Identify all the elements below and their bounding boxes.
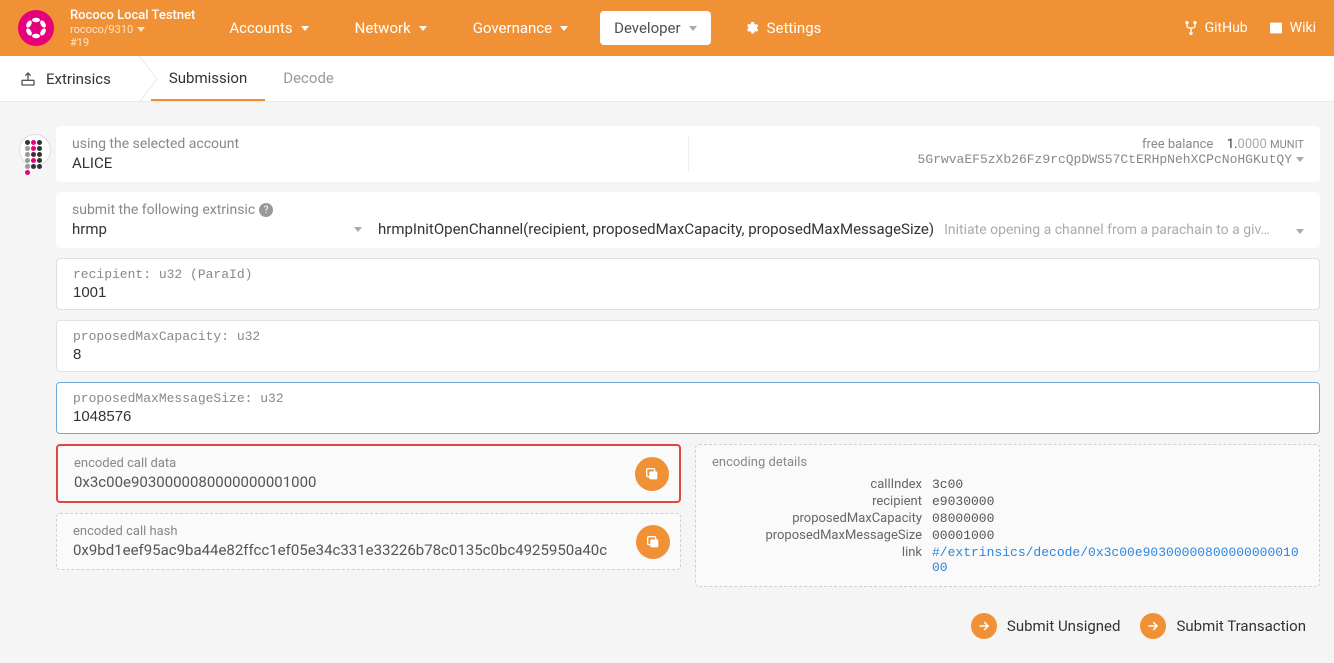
encoded-call-hash: encoded call hash 0x9bd1eef95ac9ba44e82f… <box>56 513 681 570</box>
call-hash-value: 0x9bd1eef95ac9ba44e82ffcc1ef05e34c331e33… <box>73 541 664 559</box>
nav-governance[interactable]: Governance <box>459 11 582 45</box>
book-icon <box>1268 20 1284 36</box>
param-recipient[interactable]: recipient: u32 (ParaId) <box>56 258 1320 310</box>
recipient-input[interactable] <box>73 284 1303 301</box>
copy-call-data-button[interactable] <box>635 457 669 491</box>
module-select[interactable]: hrmp <box>72 220 362 238</box>
submit-unsigned-button[interactable]: Submit Unsigned <box>971 613 1121 639</box>
encoded-call-data: encoded call data 0x3c00e903000008000000… <box>56 444 681 503</box>
chain-name: Rococo Local Testnet <box>70 8 195 23</box>
gear-icon <box>743 20 759 36</box>
nav-accounts[interactable]: Accounts <box>215 11 322 45</box>
chevron-down-icon <box>354 227 362 232</box>
wiki-link[interactable]: Wiki <box>1268 20 1316 36</box>
param-capacity[interactable]: proposedMaxCapacity: u32 <box>56 320 1320 372</box>
balance-label: free balance <box>1142 137 1213 152</box>
chevron-down-icon <box>689 26 697 31</box>
copy-icon <box>645 534 661 550</box>
detail-row: callIndex3c00 <box>712 476 1303 493</box>
copy-icon <box>644 466 660 482</box>
tab-chevron-icon <box>139 56 163 102</box>
nav-developer[interactable]: Developer <box>600 11 711 45</box>
detail-row: proposedMaxCapacity08000000 <box>712 510 1303 527</box>
nav-network[interactable]: Network <box>341 11 441 45</box>
help-icon[interactable]: ? <box>259 203 273 217</box>
tab-submission[interactable]: Submission <box>151 56 265 101</box>
detail-row: link#/extrinsics/decode/0x3c00e903000008… <box>712 544 1303 576</box>
github-link[interactable]: GitHub <box>1183 20 1248 36</box>
message-size-input[interactable] <box>73 408 1303 425</box>
capacity-input[interactable] <box>73 346 1303 363</box>
call-data-value: 0x3c00e9030000080000000001000 <box>74 473 663 491</box>
submit-transaction-button[interactable]: Submit Transaction <box>1140 613 1306 639</box>
copy-call-hash-button[interactable] <box>636 525 670 559</box>
sub-nav: Extrinsics Submission Decode <box>0 56 1334 102</box>
account-name: ALICE <box>72 154 672 172</box>
decode-link[interactable]: #/extrinsics/decode/0x3c00e9030000080000… <box>932 545 1303 575</box>
content: using the selected account ALICE free ba… <box>0 102 1334 663</box>
detail-row: recipiente9030000 <box>712 493 1303 510</box>
chevron-down-icon <box>137 27 145 32</box>
page-title-extrinsics: Extrinsics <box>20 56 131 101</box>
account-identicon[interactable] <box>19 134 51 166</box>
arrow-right-icon <box>977 619 991 633</box>
arrow-right-icon <box>1146 619 1160 633</box>
chevron-down-icon <box>1296 229 1304 234</box>
polkadot-logo[interactable] <box>18 10 54 46</box>
nav-settings[interactable]: Settings <box>729 11 836 45</box>
extrinsic-selector: submit the following extrinsic ? hrmp hr… <box>56 192 1320 248</box>
chain-selector[interactable]: Rococo Local Testnet rococo/9310 #19 <box>70 8 195 49</box>
chevron-down-icon <box>419 26 427 31</box>
fork-icon <box>1183 20 1199 36</box>
chevron-down-icon <box>1296 157 1304 162</box>
chain-spec: rococo/9310 <box>70 23 133 36</box>
extrinsic-label: submit the following extrinsic <box>72 202 255 218</box>
chevron-down-icon <box>301 26 309 31</box>
upload-icon <box>20 71 36 87</box>
detail-row: proposedMaxMessageSize00001000 <box>712 527 1303 544</box>
top-nav: Rococo Local Testnet rococo/9310 #19 Acc… <box>0 0 1334 56</box>
account-hint: using the selected account <box>72 136 672 152</box>
chevron-down-icon <box>560 26 568 31</box>
method-select[interactable]: hrmpInitOpenChannel(recipient, proposedM… <box>362 220 1304 238</box>
chain-block: #19 <box>70 36 89 49</box>
param-message-size[interactable]: proposedMaxMessageSize: u32 <box>56 382 1320 434</box>
tab-decode[interactable]: Decode <box>265 56 352 101</box>
account-selector[interactable]: using the selected account ALICE free ba… <box>56 126 1320 182</box>
account-address: 5GrwvaEF5zXb26Fz9rcQpDWS57CtERHpNehXCPcN… <box>918 152 1292 167</box>
encoding-details: encoding details callIndex3c00recipiente… <box>695 444 1320 587</box>
